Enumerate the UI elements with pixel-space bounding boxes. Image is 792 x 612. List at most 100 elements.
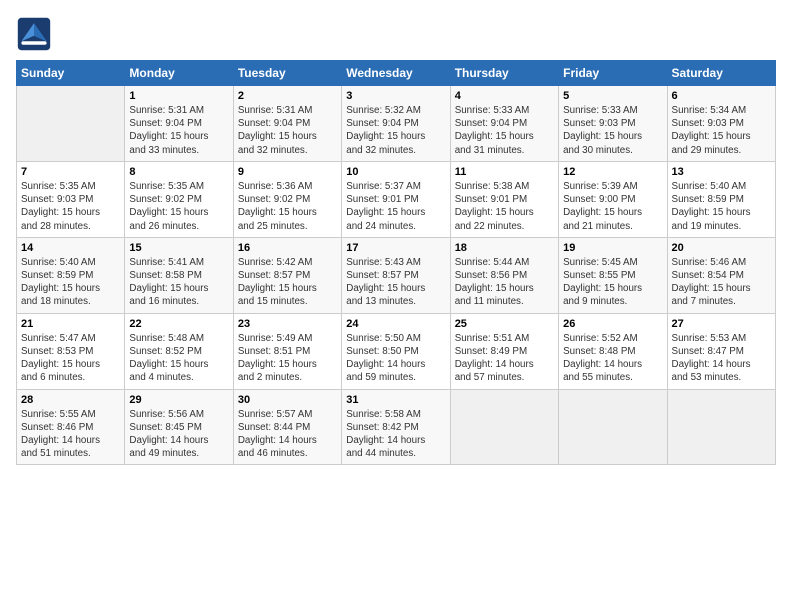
day-cell: 12 Sunrise: 5:39 AMSunset: 9:00 PMDayligh… [559,161,667,237]
day-number: 13 [672,166,771,178]
day-info: Sunrise: 5:57 AMSunset: 8:44 PMDaylight:… [238,408,337,461]
day-cell: 2 Sunrise: 5:31 AMSunset: 9:04 PMDaylight… [233,86,341,162]
day-number: 29 [129,394,228,406]
day-cell: 13Sunrise: 5:40 AMSunset: 8:59 PMDayligh… [667,161,775,237]
day-cell: 29 Sunrise: 5:56 AMSunset: 8:45 PMDayligh… [125,389,233,465]
day-info: Sunrise: 5:43 AMSunset: 8:57 PMDaylight:… [346,256,445,309]
day-number: 27 [672,318,771,330]
column-header-friday: Friday [559,61,667,86]
column-header-saturday: Saturday [667,61,775,86]
day-cell: 5 Sunrise: 5:33 AMSunset: 9:03 PMDaylight… [559,86,667,162]
day-cell: 6 Sunrise: 5:34 AMSunset: 9:03 PMDaylight… [667,86,775,162]
day-info: Sunrise: 5:35 AMSunset: 9:02 PMDaylight:… [129,180,228,233]
day-info: Sunrise: 5:49 AMSunset: 8:51 PMDaylight:… [238,332,337,385]
day-cell: 22 Sunrise: 5:48 AMSunset: 8:52 PMDayligh… [125,313,233,389]
day-cell: 16 Sunrise: 5:42 AMSunset: 8:57 PMDayligh… [233,237,341,313]
day-info: Sunrise: 5:55 AMSunset: 8:46 PMDaylight:… [21,408,120,461]
day-info: Sunrise: 5:37 AMSunset: 9:01 PMDaylight:… [346,180,445,233]
day-info: Sunrise: 5:44 AMSunset: 8:56 PMDaylight:… [455,256,554,309]
day-cell: 21 Sunrise: 5:47 AMSunset: 8:53 PMDayligh… [17,313,125,389]
page-header [16,16,776,52]
day-cell: 11 Sunrise: 5:38 AMSunset: 9:01 PMDayligh… [450,161,558,237]
day-cell [667,389,775,465]
day-info: Sunrise: 5:34 AMSunset: 9:03 PMDaylight:… [672,104,771,157]
day-number: 11 [455,166,554,178]
column-header-sunday: Sunday [17,61,125,86]
day-number: 5 [563,90,662,102]
day-info: Sunrise: 5:52 AMSunset: 8:48 PMDaylight:… [563,332,662,385]
day-info: Sunrise: 5:33 AMSunset: 9:04 PMDaylight:… [455,104,554,157]
day-number: 24 [346,318,445,330]
day-cell: 30 Sunrise: 5:57 AMSunset: 8:44 PMDayligh… [233,389,341,465]
day-number: 17 [346,242,445,254]
day-number: 6 [672,90,771,102]
day-info: Sunrise: 5:53 AMSunset: 8:47 PMDaylight:… [672,332,771,385]
day-cell: 20 Sunrise: 5:46 AMSunset: 8:54 PMDayligh… [667,237,775,313]
day-cell: 19 Sunrise: 5:45 AMSunset: 8:55 PMDayligh… [559,237,667,313]
day-info: Sunrise: 5:35 AMSunset: 9:03 PMDaylight:… [21,180,120,233]
day-cell: 26 Sunrise: 5:52 AMSunset: 8:48 PMDayligh… [559,313,667,389]
day-cell: 7 Sunrise: 5:35 AMSunset: 9:03 PMDaylight… [17,161,125,237]
day-number: 19 [563,242,662,254]
day-info: Sunrise: 5:56 AMSunset: 8:45 PMDaylight:… [129,408,228,461]
logo-icon [16,16,52,52]
day-number: 23 [238,318,337,330]
day-number: 30 [238,394,337,406]
day-cell: 17 Sunrise: 5:43 AMSunset: 8:57 PMDayligh… [342,237,450,313]
column-header-tuesday: Tuesday [233,61,341,86]
day-cell: 14 Sunrise: 5:40 AMSunset: 8:59 PMDayligh… [17,237,125,313]
day-info: Sunrise: 5:38 AMSunset: 9:01 PMDaylight:… [455,180,554,233]
day-number: 2 [238,90,337,102]
day-info: Sunrise: 5:58 AMSunset: 8:42 PMDaylight:… [346,408,445,461]
day-number: 3 [346,90,445,102]
day-number: 7 [21,166,120,178]
day-info: Sunrise: 5:39 AMSunset: 9:00 PMDaylight:… [563,180,662,233]
day-cell: 23 Sunrise: 5:49 AMSunset: 8:51 PMDayligh… [233,313,341,389]
header-row: SundayMondayTuesdayWednesdayThursdayFrid… [17,61,776,86]
day-number: 14 [21,242,120,254]
day-info: Sunrise: 5:45 AMSunset: 8:55 PMDaylight:… [563,256,662,309]
day-cell: 31 Sunrise: 5:58 AMSunset: 8:42 PMDayligh… [342,389,450,465]
day-number: 26 [563,318,662,330]
day-info: Sunrise: 5:31 AMSunset: 9:04 PMDaylight:… [238,104,337,157]
day-info: Sunrise: 5:32 AMSunset: 9:04 PMDaylight:… [346,104,445,157]
day-number: 1 [129,90,228,102]
day-info: Sunrise: 5:48 AMSunset: 8:52 PMDaylight:… [129,332,228,385]
day-number: 31 [346,394,445,406]
day-number: 8 [129,166,228,178]
day-cell: 15 Sunrise: 5:41 AMSunset: 8:58 PMDayligh… [125,237,233,313]
day-info: Sunrise: 5:50 AMSunset: 8:50 PMDaylight:… [346,332,445,385]
day-number: 16 [238,242,337,254]
day-number: 10 [346,166,445,178]
day-info: Sunrise: 5:31 AMSunset: 9:04 PMDaylight:… [129,104,228,157]
day-cell: 18Sunrise: 5:44 AMSunset: 8:56 PMDayligh… [450,237,558,313]
week-row-4: 21 Sunrise: 5:47 AMSunset: 8:53 PMDayligh… [17,313,776,389]
day-number: 21 [21,318,120,330]
day-number: 22 [129,318,228,330]
week-row-5: 28 Sunrise: 5:55 AMSunset: 8:46 PMDayligh… [17,389,776,465]
day-number: 4 [455,90,554,102]
column-header-thursday: Thursday [450,61,558,86]
day-cell: 27 Sunrise: 5:53 AMSunset: 8:47 PMDayligh… [667,313,775,389]
day-info: Sunrise: 5:47 AMSunset: 8:53 PMDaylight:… [21,332,120,385]
logo [16,16,56,52]
day-info: Sunrise: 5:46 AMSunset: 8:54 PMDaylight:… [672,256,771,309]
day-number: 9 [238,166,337,178]
day-number: 25 [455,318,554,330]
day-cell [450,389,558,465]
day-info: Sunrise: 5:42 AMSunset: 8:57 PMDaylight:… [238,256,337,309]
day-info: Sunrise: 5:41 AMSunset: 8:58 PMDaylight:… [129,256,228,309]
week-row-1: 1 Sunrise: 5:31 AMSunset: 9:04 PMDaylight… [17,86,776,162]
day-info: Sunrise: 5:33 AMSunset: 9:03 PMDaylight:… [563,104,662,157]
day-number: 20 [672,242,771,254]
day-cell [559,389,667,465]
day-number: 12 [563,166,662,178]
day-cell: 8 Sunrise: 5:35 AMSunset: 9:02 PMDaylight… [125,161,233,237]
day-cell: 10 Sunrise: 5:37 AMSunset: 9:01 PMDayligh… [342,161,450,237]
day-cell: 9Sunrise: 5:36 AMSunset: 9:02 PMDaylight… [233,161,341,237]
day-number: 15 [129,242,228,254]
day-cell [17,86,125,162]
day-number: 28 [21,394,120,406]
calendar-table: SundayMondayTuesdayWednesdayThursdayFrid… [16,60,776,465]
day-info: Sunrise: 5:40 AMSunset: 8:59 PMDaylight:… [21,256,120,309]
